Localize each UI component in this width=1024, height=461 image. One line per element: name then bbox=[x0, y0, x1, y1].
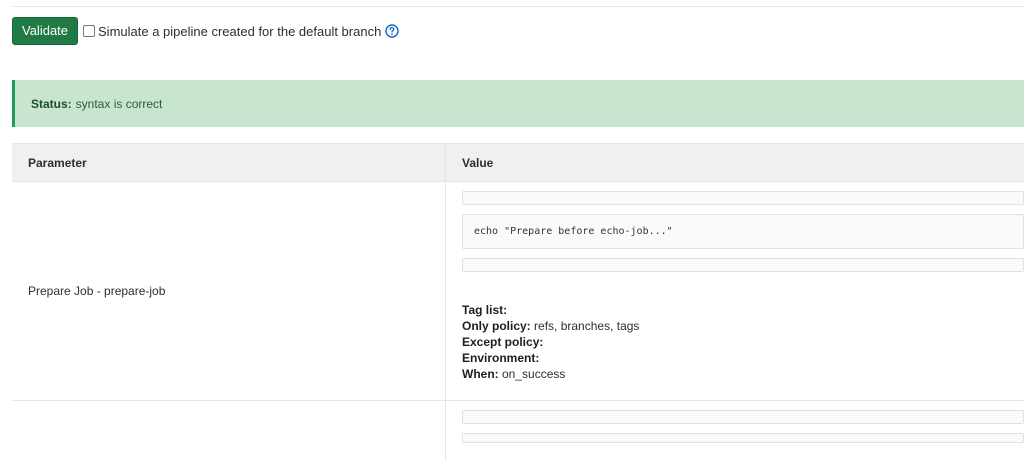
simulate-label[interactable]: Simulate a pipeline created for the defa… bbox=[98, 24, 381, 39]
status-text: syntax is correct bbox=[75, 96, 163, 111]
validate-button[interactable]: Validate bbox=[12, 17, 79, 45]
status-alert: Status: syntax is correct bbox=[12, 80, 1024, 127]
table-row bbox=[12, 401, 1024, 461]
when-line: When: on_success bbox=[462, 366, 639, 382]
only-policy-label: Only policy: bbox=[462, 319, 531, 333]
before-script-block bbox=[462, 410, 1024, 424]
validate-row: Validate Simulate a pipeline created for… bbox=[12, 17, 400, 45]
column-header-value: Value bbox=[462, 155, 494, 170]
job-name-cell: Prepare Job - prepare-job bbox=[12, 182, 446, 400]
question-circle-icon[interactable] bbox=[385, 24, 400, 38]
table-header: Parameter Value bbox=[12, 143, 1024, 182]
script-block: echo "Prepare before echo-job..." bbox=[462, 214, 1024, 249]
script-block bbox=[462, 433, 1024, 443]
after-script-block bbox=[462, 258, 1024, 272]
top-editor-edge bbox=[12, 0, 1024, 7]
when-value: on_success bbox=[502, 367, 566, 381]
when-label: When: bbox=[462, 367, 499, 381]
environment-line: Environment: bbox=[462, 350, 639, 366]
script-text: echo "Prepare before echo-job..." bbox=[474, 226, 673, 237]
simulate-checkbox[interactable] bbox=[83, 25, 96, 37]
job-value-cell bbox=[446, 401, 1024, 461]
status-label: Status: bbox=[31, 96, 72, 111]
job-value-cell: echo "Prepare before echo-job..." Tag li… bbox=[446, 182, 1024, 400]
job-name-cell bbox=[12, 401, 446, 461]
environment-label: Environment: bbox=[462, 351, 540, 365]
column-header-parameter: Parameter bbox=[12, 144, 446, 181]
job-meta: Tag list: Only policy: refs, branches, t… bbox=[462, 302, 639, 382]
only-policy-value: refs, branches, tags bbox=[534, 319, 640, 333]
only-policy-line: Only policy: refs, branches, tags bbox=[462, 318, 639, 334]
table-row: Prepare Job - prepare-job echo "Prepare … bbox=[12, 182, 1024, 401]
except-policy-line: Except policy: bbox=[462, 334, 639, 350]
before-script-block bbox=[462, 191, 1024, 205]
except-policy-label: Except policy: bbox=[462, 335, 544, 349]
tag-list-label: Tag list: bbox=[462, 303, 508, 317]
tag-list-line: Tag list: bbox=[462, 302, 639, 318]
lint-results-table: Parameter Value Prepare Job - prepare-jo… bbox=[12, 143, 1024, 461]
